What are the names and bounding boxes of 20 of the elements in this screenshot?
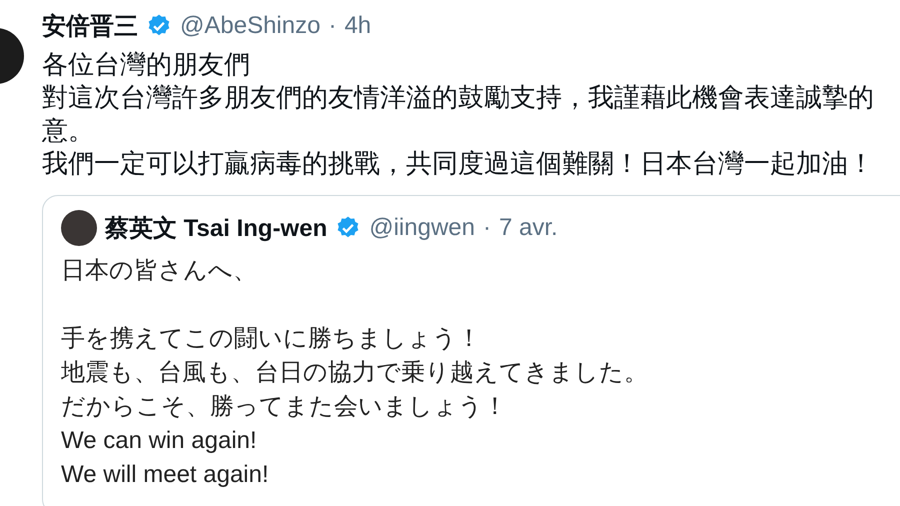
tweet-text: 各位台灣的朋友們 [42,48,251,81]
separator: · [482,214,491,242]
author-name[interactable]: 安倍晋三 [42,10,138,42]
quoted-tweet-text: 地震も、台風も、台日の協力で乗り越えてきました。 [61,358,649,388]
tweet-text: 意。 [42,114,95,147]
quoted-tweet-text: 手を携えてこの闘いに勝ちましょう！ [61,324,482,354]
quoted-tweet-text: We can win again! [61,426,258,456]
quoted-tweet-card[interactable]: 蔡英文 Tsai Ing-wen @iingwen · 7 avr. 日本の皆さんへ、 手を携えてこの闘いに勝ちましょう！ 地震も、台風も、台日の協力で乗り越えてきました。 だからこそ、勝ってまた会いましょう！ We can win again! We will meet again! [42,195,900,506]
quoted-tweet-text: We will meet again! [61,460,270,490]
quoted-tweet-text: 日本の皆さんへ、 [61,256,258,286]
avatar [61,210,97,246]
author-name: 蔡英文 Tsai Ing-wen [105,214,328,244]
separator: · [328,12,336,40]
author-handle[interactable]: @AbeShinzo [180,12,320,40]
quoted-tweet-text: だからこそ、勝ってまた会いましょう！ [61,392,508,422]
timestamp[interactable]: 4h [344,12,372,40]
timestamp: 7 avr. [498,214,558,242]
tweet-text: 對這次台灣許多朋友們的友情洋溢的鼓勵支持，我謹藉此機會表達誠摯的 [42,81,875,114]
tweet-text: 我們一定可以打贏病毒的挑戰，共同度過這個難關！日本台灣一起加油！ [42,147,875,180]
author-handle: @iingwen [369,214,475,242]
